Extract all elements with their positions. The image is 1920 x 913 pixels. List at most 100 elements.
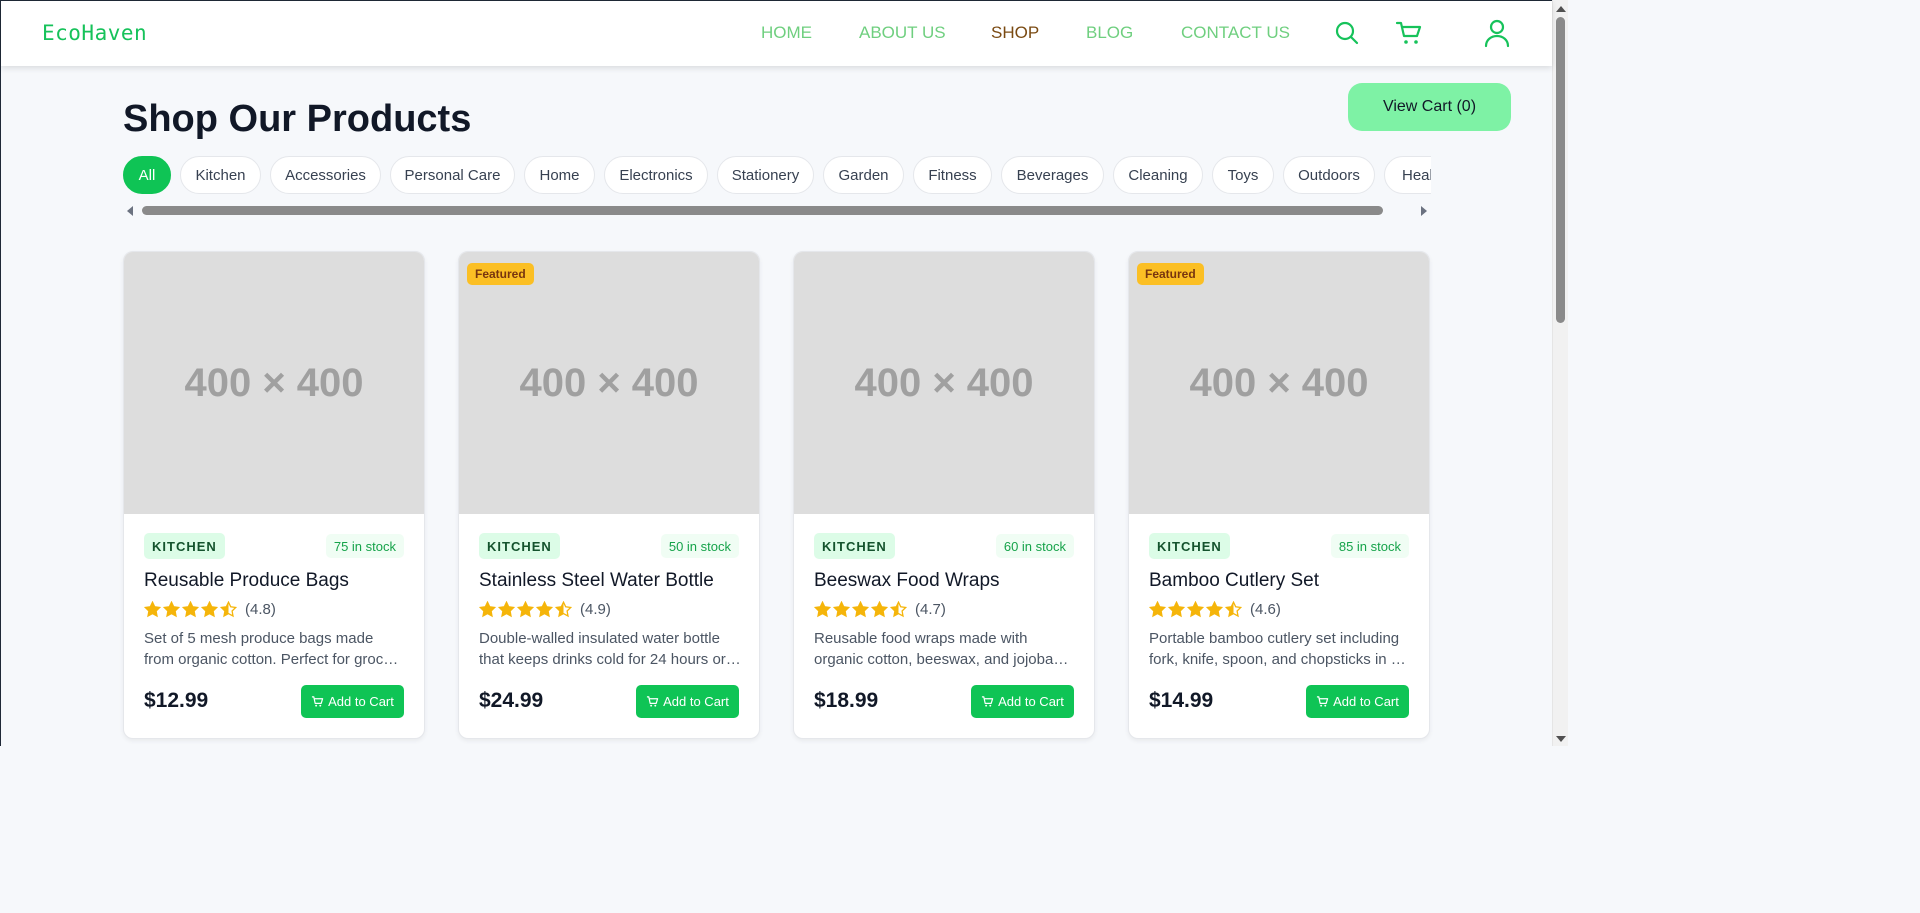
product-price: $18.99 (814, 689, 879, 712)
star-half-icon (890, 601, 907, 618)
scroll-right-arrow-icon[interactable] (1421, 206, 1427, 216)
product-image-placeholder[interactable]: 400 × 400 (459, 252, 759, 514)
star-full-icon (163, 601, 180, 618)
chip-kitchen[interactable]: Kitchen (180, 156, 261, 194)
page-scrollbar[interactable] (1552, 0, 1568, 746)
image-placeholder-label: 400 × 400 (519, 360, 699, 405)
category-tag: KITCHEN (479, 533, 560, 559)
star-full-icon (814, 601, 831, 618)
site-header: EcoHaven HOME ABOUT US SHOP BLOG CONTACT… (1, 1, 1552, 66)
star-full-icon (1187, 601, 1204, 618)
nav-about-us[interactable]: ABOUT US (859, 23, 946, 43)
star-full-icon (1149, 601, 1166, 618)
image-placeholder-label: 400 × 400 (184, 360, 364, 405)
add-to-cart-label: Add to Cart (328, 694, 394, 709)
featured-badge: Featured (1137, 263, 1204, 285)
stock-badge: 85 in stock (1330, 534, 1409, 558)
star-full-icon (536, 601, 553, 618)
star-full-icon (852, 601, 869, 618)
star-full-icon (144, 601, 161, 618)
nav-shop[interactable]: SHOP (991, 23, 1039, 43)
rating-value: (4.9) (580, 601, 611, 618)
star-full-icon (833, 601, 850, 618)
product-name[interactable]: Stainless Steel Water Bottle (479, 570, 714, 592)
star-half-icon (1225, 601, 1242, 618)
chip-electronics[interactable]: Electronics (604, 156, 708, 194)
nav-home[interactable]: HOME (761, 23, 812, 43)
chip-stationery[interactable]: Stationery (717, 156, 814, 194)
star-full-icon (1168, 601, 1185, 618)
page-title: Shop Our Products (123, 98, 472, 140)
chip-toys[interactable]: Toys (1212, 156, 1274, 194)
product-rating: (4.8) (144, 601, 276, 618)
product-image-placeholder[interactable]: 400 × 400 (1129, 252, 1429, 514)
chip-all[interactable]: All (123, 156, 171, 194)
search-icon[interactable] (1332, 18, 1362, 48)
category-scrollbar-thumb[interactable] (142, 206, 1383, 215)
user-icon[interactable] (1482, 18, 1512, 48)
product-description: Reusable food wraps made with organic co… (814, 630, 1054, 668)
product-name[interactable]: Reusable Produce Bags (144, 570, 349, 592)
window-border-left (0, 0, 1, 746)
product-card[interactable]: 400 × 400 Featured KITCHEN 50 in stock S… (458, 251, 760, 739)
chip-personal-care[interactable]: Personal Care (390, 156, 515, 194)
star-rating-icons (1149, 601, 1242, 618)
cart-icon[interactable] (1394, 18, 1424, 48)
category-tag: KITCHEN (144, 533, 225, 559)
star-half-icon (555, 601, 572, 618)
view-cart-button[interactable]: View Cart (0) (1348, 83, 1511, 131)
rating-value: (4.6) (1250, 601, 1281, 618)
cart-icon (1317, 696, 1329, 707)
product-name[interactable]: Bamboo Cutlery Set (1149, 570, 1319, 592)
category-tag: KITCHEN (814, 533, 895, 559)
nav-contact-us[interactable]: CONTACT US (1181, 23, 1290, 43)
product-rating: (4.6) (1149, 601, 1281, 618)
category-filter-bar: All Kitchen Accessories Personal Care Ho… (123, 156, 1431, 196)
product-card[interactable]: 400 × 400 Featured KITCHEN 85 in stock B… (1128, 251, 1430, 739)
page-scrollbar-thumb[interactable] (1556, 17, 1565, 323)
scroll-down-arrow-icon[interactable] (1556, 736, 1566, 742)
nav-blog[interactable]: BLOG (1086, 23, 1133, 43)
featured-badge: Featured (467, 263, 534, 285)
product-rating: (4.7) (814, 601, 946, 618)
stock-badge: 60 in stock (995, 534, 1074, 558)
star-full-icon (517, 601, 534, 618)
cart-icon (647, 696, 659, 707)
product-image-placeholder[interactable]: 400 × 400 (794, 252, 1094, 514)
product-price: $12.99 (144, 689, 209, 712)
brand-logo[interactable]: EcoHaven (42, 21, 147, 45)
cart-icon (982, 696, 994, 707)
star-full-icon (479, 601, 496, 618)
star-full-icon (498, 601, 515, 618)
rating-value: (4.7) (915, 601, 946, 618)
chip-outdoors[interactable]: Outdoors (1283, 156, 1375, 194)
star-full-icon (201, 601, 218, 618)
chip-fitness[interactable]: Fitness (913, 156, 992, 194)
add-to-cart-button[interactable]: Add to Cart (301, 685, 404, 718)
product-name[interactable]: Beeswax Food Wraps (814, 570, 1000, 592)
chip-cleaning[interactable]: Cleaning (1113, 156, 1203, 194)
add-to-cart-button[interactable]: Add to Cart (971, 685, 1074, 718)
cart-icon (312, 696, 324, 707)
product-rating: (4.9) (479, 601, 611, 618)
chip-health[interactable]: Health (1384, 156, 1431, 194)
add-to-cart-button[interactable]: Add to Cart (636, 685, 739, 718)
product-description: Portable bamboo cutlery set including fo… (1149, 630, 1400, 668)
product-card[interactable]: 400 × 400 KITCHEN 75 in stock Reusable P… (123, 251, 425, 739)
stock-badge: 75 in stock (325, 534, 404, 558)
star-half-icon (220, 601, 237, 618)
chip-home[interactable]: Home (524, 156, 595, 194)
scroll-left-arrow-icon[interactable] (127, 206, 133, 216)
chip-accessories[interactable]: Accessories (270, 156, 381, 194)
add-to-cart-button[interactable]: Add to Cart (1306, 685, 1409, 718)
add-to-cart-label: Add to Cart (663, 694, 729, 709)
chip-beverages[interactable]: Beverages (1001, 156, 1104, 194)
image-placeholder-label: 400 × 400 (1189, 360, 1369, 405)
rating-value: (4.8) (245, 601, 276, 618)
product-image-placeholder[interactable]: 400 × 400 (124, 252, 424, 514)
category-scrollbar[interactable] (123, 202, 1431, 219)
product-price: $14.99 (1149, 689, 1214, 712)
chip-garden[interactable]: Garden (823, 156, 904, 194)
scroll-up-arrow-icon[interactable] (1556, 6, 1566, 12)
product-card[interactable]: 400 × 400 KITCHEN 60 in stock Beeswax Fo… (793, 251, 1095, 739)
